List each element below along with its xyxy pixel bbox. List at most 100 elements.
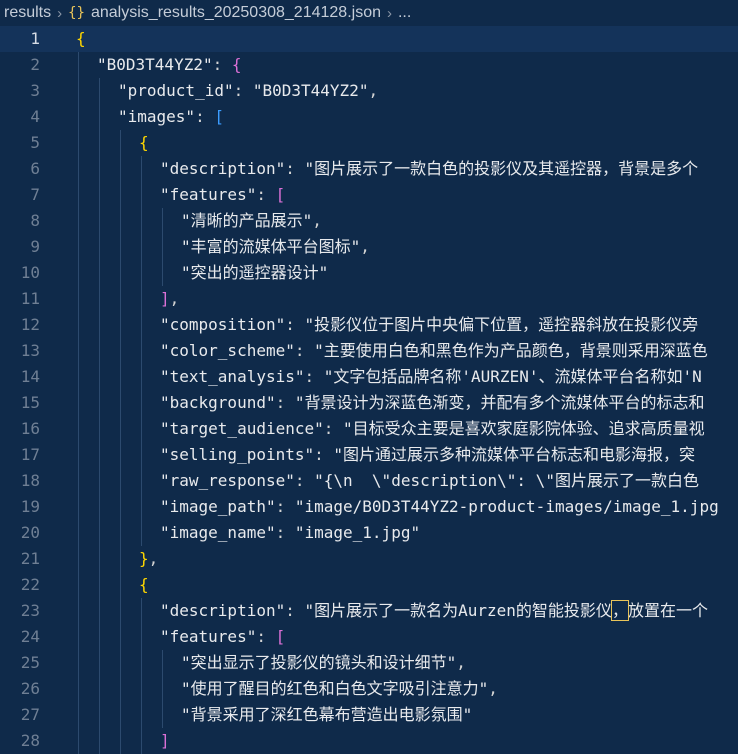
code-content: "text_analysis": "文字包括品牌名称'AURZEN'、流媒体平台… <box>160 364 702 390</box>
code-line[interactable]: 22 { <box>0 572 738 598</box>
code-editor[interactable]: 1{2 "B0D3T44YZ2": {3 "product_id": "B0D3T4… <box>0 26 738 754</box>
indent-guide <box>141 728 142 754</box>
indent-guide <box>99 624 100 650</box>
code-content: "raw_response": "{\n \"description\": \"… <box>160 468 699 494</box>
code-token: { <box>139 133 149 152</box>
code-line[interactable]: 18 "raw_response": "{\n \"description\": … <box>0 468 738 494</box>
code-line[interactable]: 1{ <box>0 26 738 52</box>
indent-guide <box>99 364 100 390</box>
text-cursor-token: ， <box>610 600 629 621</box>
indent-guide <box>120 130 121 156</box>
indent-guide <box>141 182 142 208</box>
code-line[interactable]: 28] <box>0 728 738 754</box>
line-number: 24 <box>20 627 40 646</box>
code-token: : <box>285 159 305 178</box>
code-line[interactable]: 2 "B0D3T44YZ2": { <box>0 52 738 78</box>
code-token: "目标受众主要是喜欢家庭影院体验、追求高质量视 <box>343 419 705 438</box>
code-line[interactable]: 23 "description": "图片展示了一款名为Aurzen的智能投影仪，… <box>0 598 738 624</box>
code-content: "B0D3T44YZ2": { <box>97 52 242 78</box>
line-number: 12 <box>20 315 40 334</box>
line-number: 26 <box>20 679 40 698</box>
indent-guide <box>99 104 100 130</box>
indent-guide <box>99 78 100 104</box>
code-line[interactable]: 20 "image_name": "image_1.jpg" <box>0 520 738 546</box>
code-token: "投影仪位于图片中央偏下位置，遥控器斜放在投影仪旁 <box>304 315 699 334</box>
code-line[interactable]: 10 "突出的遥控器设计" <box>0 260 738 286</box>
code-line[interactable]: 16 "target_audience": "目标受众主要是喜欢家庭影院体验、追求… <box>0 416 738 442</box>
indent-guide <box>120 156 121 182</box>
code-token: "图片展示了一款白色的投影仪及其遥控器，背景是多个 <box>304 159 699 178</box>
line-number: 20 <box>20 523 40 542</box>
code-token: "description" <box>160 159 286 178</box>
indent-guide <box>141 312 142 338</box>
indent-guide <box>120 234 121 260</box>
indent-guide <box>141 338 142 364</box>
code-line[interactable]: 27 "背景采用了深红色幕布营造出电影氛围" <box>0 702 738 728</box>
code-line[interactable]: 8 "清晰的产品展示", <box>0 208 738 234</box>
code-line[interactable]: 3 "product_id": "B0D3T44YZ2", <box>0 78 738 104</box>
indent-guide <box>162 208 163 234</box>
code-token: ] <box>160 731 170 750</box>
line-number: 18 <box>20 471 40 490</box>
breadcrumb-folder[interactable]: results <box>4 4 51 22</box>
code-line[interactable]: 12 "composition": "投影仪位于图片中央偏下位置，遥控器斜放在投影… <box>0 312 738 338</box>
code-line[interactable]: 21}, <box>0 546 738 572</box>
code-line[interactable]: 4 "images": [ <box>0 104 738 130</box>
code-token: , <box>456 653 466 672</box>
indent-guide <box>120 286 121 312</box>
code-line[interactable]: 24 "features": [ <box>0 624 738 650</box>
code-token: "selling_points" <box>160 445 315 464</box>
breadcrumb-more[interactable]: ... <box>398 4 411 22</box>
code-line[interactable]: 11], <box>0 286 738 312</box>
indent-guide <box>141 234 142 260</box>
code-line[interactable]: 6 "description": "图片展示了一款白色的投影仪及其遥控器，背景是多… <box>0 156 738 182</box>
code-token: "背景设计为深蓝色渐变，并配有多个流媒体平台的标志和 <box>294 393 705 412</box>
code-line[interactable]: 7 "features": [ <box>0 182 738 208</box>
code-content: "使用了醒目的红色和白色文字吸引注意力", <box>181 676 498 702</box>
indent-guide <box>78 182 79 208</box>
code-content: "composition": "投影仪位于图片中央偏下位置，遥控器斜放在投影仪旁 <box>160 312 698 338</box>
code-token: : <box>275 523 295 542</box>
indent-guide <box>162 650 163 676</box>
code-content: "清晰的产品展示", <box>181 208 322 234</box>
code-line[interactable]: 15 "background": "背景设计为深蓝色渐变，并配有多个流媒体平台的标… <box>0 390 738 416</box>
code-token: : <box>323 419 344 438</box>
code-content: "images": [ <box>118 104 224 130</box>
code-token: "target_audience" <box>160 419 324 438</box>
indent-guide <box>78 728 79 754</box>
indent-guide <box>78 234 79 260</box>
code-line[interactable]: 14 "text_analysis": "文字包括品牌名称'AURZEN'、流媒体… <box>0 364 738 390</box>
code-token: } <box>139 549 149 568</box>
indent-guide <box>162 260 163 286</box>
code-token: : <box>294 341 315 360</box>
line-number: 6 <box>30 159 40 178</box>
code-token: "text_analysis" <box>160 367 305 386</box>
indent-guide <box>120 338 121 364</box>
code-line[interactable]: 25 "突出显示了投影仪的镜头和设计细节", <box>0 650 738 676</box>
code-token: ] <box>160 289 170 308</box>
line-number: 4 <box>30 107 40 126</box>
code-content: ] <box>160 728 170 754</box>
code-line[interactable]: 9 "丰富的流媒体平台图标", <box>0 234 738 260</box>
code-line[interactable]: 26 "使用了醒目的红色和白色文字吸引注意力", <box>0 676 738 702</box>
code-token: : <box>285 315 305 334</box>
indent-guide <box>78 156 79 182</box>
code-line[interactable]: 13 "color_scheme": "主要使用白色和黑色作为产品颜色，背景则采用… <box>0 338 738 364</box>
indent-guide <box>141 390 142 416</box>
indent-guide <box>99 702 100 728</box>
indent-guide <box>120 208 121 234</box>
indent-guide <box>99 416 100 442</box>
line-number: 11 <box>20 289 40 308</box>
code-line[interactable]: 19 "image_path": "image/B0D3T44YZ2-produc… <box>0 494 738 520</box>
code-token: "图片展示了一款名为Aurzen的智能投影仪 <box>304 601 612 620</box>
code-content: "description": "图片展示了一款白色的投影仪及其遥控器，背景是多个 <box>160 156 698 182</box>
breadcrumb-file[interactable]: analysis_results_20250308_214128.json <box>91 4 381 22</box>
code-token: "清晰的产品展示" <box>181 211 313 230</box>
indent-guide <box>120 494 121 520</box>
indent-guide <box>141 468 142 494</box>
code-line[interactable]: 17 "selling_points": "图片通过展示多种流媒体平台标志和电影海… <box>0 442 738 468</box>
code-line[interactable]: 5{ <box>0 130 738 156</box>
line-number: 1 <box>30 29 40 48</box>
code-token: [ <box>275 627 286 646</box>
indent-guide <box>120 572 121 598</box>
